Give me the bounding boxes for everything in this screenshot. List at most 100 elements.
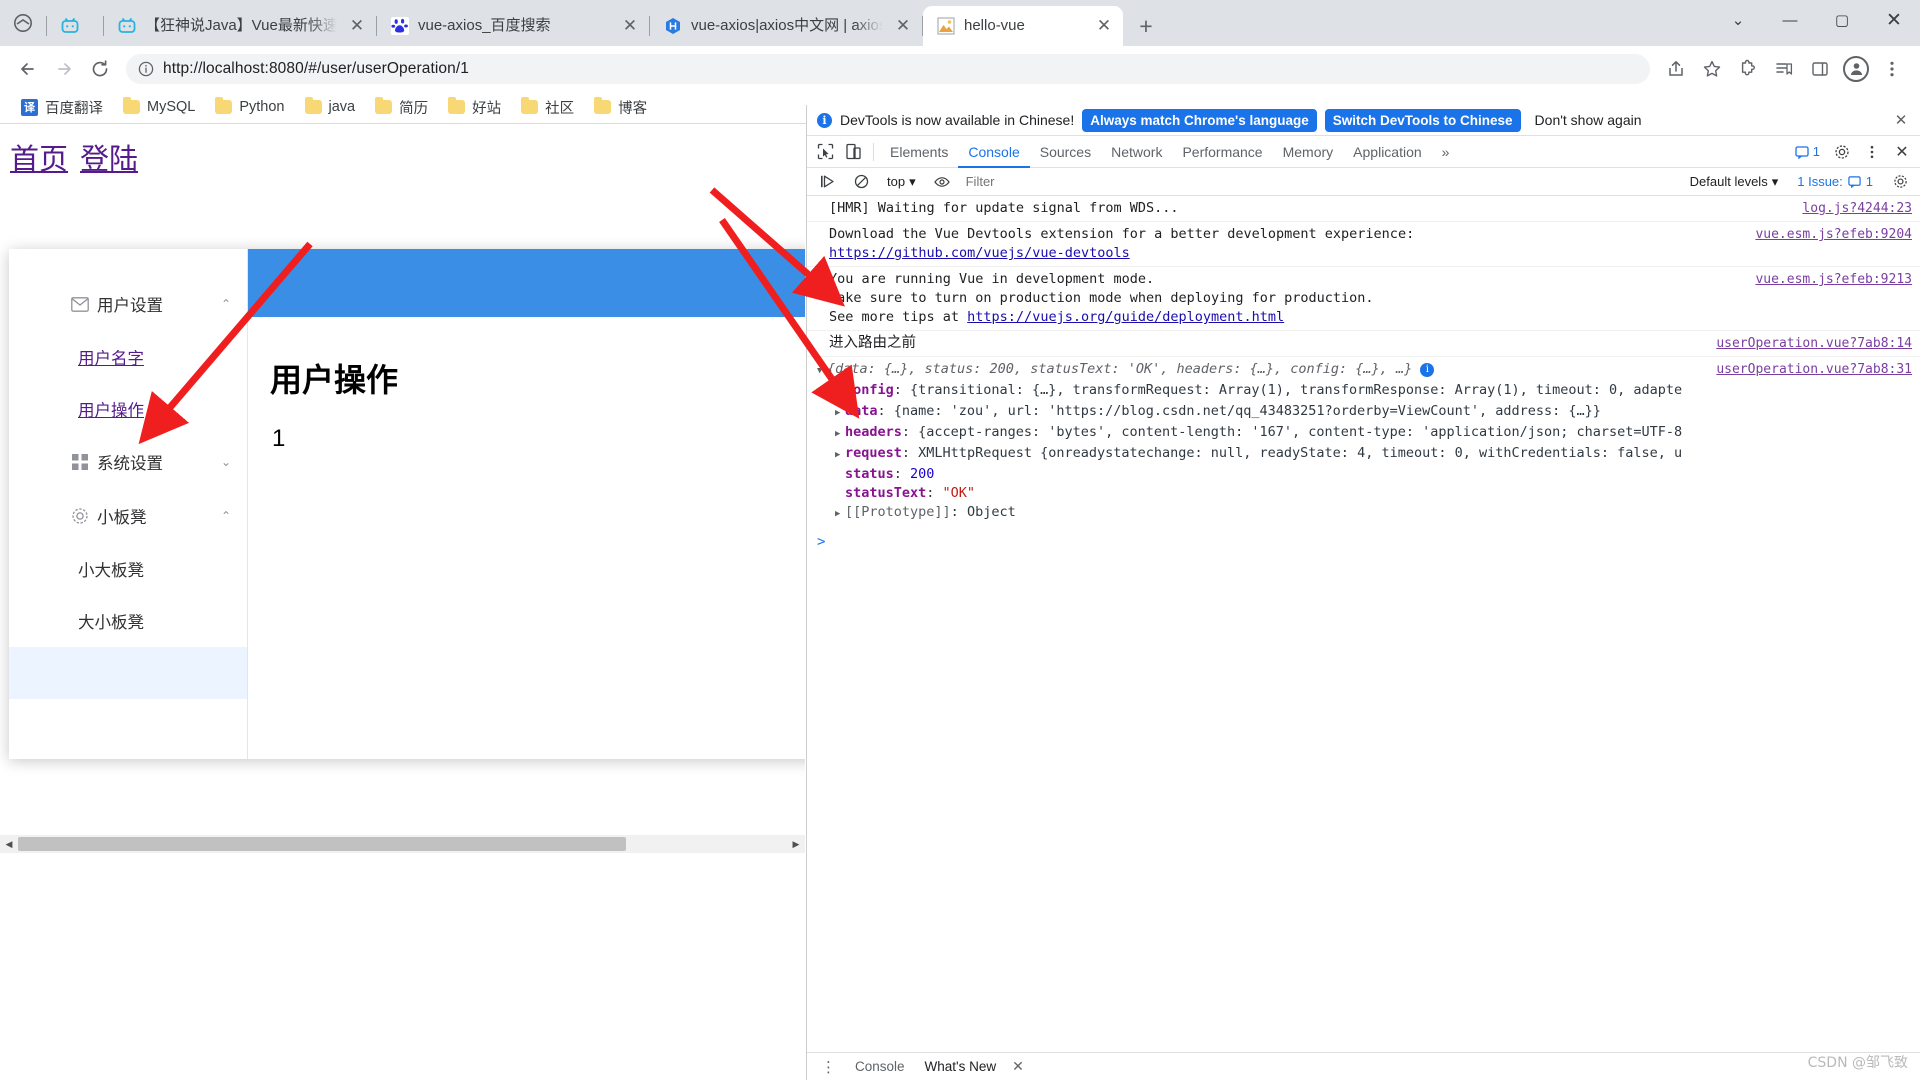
issues-badge[interactable]: 1: [1789, 142, 1826, 161]
puzzle-icon[interactable]: [1730, 51, 1766, 87]
console-object-prop-3[interactable]: ▶request: XMLHttpRequest {onreadystatech…: [817, 444, 1914, 465]
console-log-levels-selector[interactable]: Default levels ▾: [1684, 172, 1785, 192]
expand-triangle-icon[interactable]: ▶: [835, 383, 845, 402]
side-panel-icon[interactable]: [1802, 51, 1838, 87]
profile-avatar-icon[interactable]: [1838, 51, 1874, 87]
devtools-tab-performance[interactable]: Performance: [1172, 136, 1272, 168]
menu-group-small-bench[interactable]: 小板凳 ⌃: [9, 489, 247, 543]
scroll-left-arrow-icon[interactable]: ◀: [0, 835, 18, 853]
console-input-prompt[interactable]: >: [807, 527, 1920, 555]
new-tab-button[interactable]: +: [1129, 9, 1163, 43]
switch-to-chinese-button[interactable]: Switch DevTools to Chinese: [1325, 109, 1521, 132]
maximize-button[interactable]: ▢: [1816, 0, 1868, 40]
console-source-link[interactable]: userOperation.vue?7ab8:14: [1716, 334, 1912, 353]
scroll-right-arrow-icon[interactable]: ▶: [787, 835, 805, 853]
console-object-prop-1[interactable]: ▶data: {name: 'zou', url: 'https://blog.…: [817, 402, 1914, 423]
devtools-tab-application[interactable]: Application: [1343, 136, 1432, 168]
browser-tab-1[interactable]: 【狂神说Java】Vue最新快速上手 ✕: [104, 6, 376, 46]
tab-close-icon[interactable]: ✕: [619, 15, 641, 37]
execution-context-selector[interactable]: top ▾: [881, 172, 922, 192]
tab-close-icon[interactable]: ✕: [892, 15, 914, 37]
chevron-down-icon[interactable]: ⌄: [221, 455, 231, 469]
bookmark-item-0[interactable]: 译 百度翻译: [12, 94, 112, 121]
console-message-link[interactable]: https://github.com/vuejs/vue-devtools: [829, 245, 1130, 261]
menu-item-highlighted[interactable]: [9, 647, 247, 699]
device-toolbar-icon[interactable]: [839, 138, 867, 166]
bookmark-item-7[interactable]: 博客: [585, 94, 656, 121]
console-message-link-2[interactable]: https://vuejs.org/guide/deployment.html: [967, 309, 1284, 325]
console-source-link[interactable]: log.js?4244:23: [1802, 199, 1912, 218]
site-info-icon[interactable]: [138, 61, 154, 77]
expand-triangle-icon[interactable]: ▶: [835, 404, 845, 423]
expand-triangle-icon[interactable]: ▼: [817, 362, 827, 381]
menu-group-system-settings[interactable]: 系统设置 ⌄: [9, 435, 247, 489]
console-filter-input[interactable]: [962, 172, 1678, 192]
nav-link-login[interactable]: 登陆: [80, 136, 138, 178]
nav-link-home[interactable]: 首页: [10, 136, 68, 178]
menu-item-big-small-bench[interactable]: 大小板凳: [9, 595, 247, 647]
menu-item-label[interactable]: 用户操作: [78, 397, 144, 421]
devtools-tab-elements[interactable]: Elements: [880, 136, 958, 168]
expand-triangle-icon[interactable]: ▶: [835, 505, 845, 524]
menu-item-label[interactable]: 用户名字: [78, 345, 144, 369]
console-output[interactable]: [HMR] Waiting for update signal from WDS…: [807, 196, 1920, 1052]
chevron-up-icon[interactable]: ⌃: [221, 509, 231, 523]
scrollbar-track[interactable]: [18, 835, 787, 853]
share-icon[interactable]: [1658, 51, 1694, 87]
bookmark-item-5[interactable]: 好站: [439, 94, 510, 121]
devtools-tab-sources[interactable]: Sources: [1030, 136, 1101, 168]
console-object-prop-2[interactable]: ▶headers: {accept-ranges: 'bytes', conte…: [817, 423, 1914, 444]
browser-tab-3[interactable]: vue-axios|axios中文网 | axios ✕: [650, 6, 922, 46]
devtools-settings-gear-icon[interactable]: [1828, 138, 1856, 166]
issues-chip[interactable]: 1 Issue: 1: [1790, 172, 1880, 191]
info-icon[interactable]: i: [1420, 363, 1434, 377]
console-source-link[interactable]: userOperation.vue?7ab8:31: [1716, 360, 1912, 379]
browser-tab-0[interactable]: [47, 6, 103, 46]
drawer-tab-console[interactable]: Console: [847, 1056, 913, 1077]
devtools-tabs-overflow-icon[interactable]: »: [1432, 136, 1460, 168]
tab-search-icon[interactable]: ⌄: [1712, 0, 1764, 40]
address-bar[interactable]: http://localhost:8080/#/user/userOperati…: [126, 54, 1650, 84]
expand-triangle-icon[interactable]: ▶: [835, 446, 845, 465]
menu-group-user-settings[interactable]: 用户设置 ⌃: [9, 277, 247, 331]
tab-close-icon[interactable]: ✕: [1093, 15, 1115, 37]
execute-icon[interactable]: [813, 168, 841, 196]
console-settings-gear-icon[interactable]: [1886, 168, 1914, 196]
bookmark-item-4[interactable]: 简历: [366, 94, 437, 121]
devtools-close-icon[interactable]: ✕: [1888, 138, 1916, 166]
bookmark-item-2[interactable]: Python: [206, 96, 293, 118]
console-object-prop-0[interactable]: ▶config: {transitional: {…}, transformRe…: [817, 381, 1914, 402]
scrollbar-thumb[interactable]: [18, 837, 626, 851]
dont-show-again-button[interactable]: Don't show again: [1529, 108, 1648, 132]
bookmark-item-1[interactable]: MySQL: [114, 96, 204, 118]
bookmark-item-6[interactable]: 社区: [512, 94, 583, 121]
live-expression-eye-icon[interactable]: [928, 168, 956, 196]
console-source-link[interactable]: vue.esm.js?efeb:9213: [1755, 270, 1912, 289]
drawer-more-menu-icon[interactable]: ⋮: [815, 1058, 843, 1076]
close-window-button[interactable]: ✕: [1868, 0, 1920, 40]
three-dot-menu-icon[interactable]: [1874, 51, 1910, 87]
chevron-up-icon[interactable]: ⌃: [221, 297, 231, 311]
star-icon[interactable]: [1694, 51, 1730, 87]
drawer-tab-whats-new[interactable]: What's New: [917, 1056, 1005, 1077]
tab-close-icon[interactable]: ✕: [346, 15, 368, 37]
reload-icon[interactable]: [82, 51, 118, 87]
chrome-app-menu-icon[interactable]: [0, 0, 46, 46]
devtools-more-menu-icon[interactable]: [1858, 138, 1886, 166]
page-horizontal-scrollbar[interactable]: ◀ ▶: [0, 835, 805, 853]
menu-item-username[interactable]: 用户名字: [9, 331, 247, 383]
expand-triangle-icon[interactable]: ▶: [835, 425, 845, 444]
console-source-link[interactable]: vue.esm.js?efeb:9204: [1755, 225, 1912, 244]
devtools-tab-console[interactable]: Console: [958, 136, 1029, 168]
banner-close-icon[interactable]: ✕: [1890, 109, 1912, 131]
browser-tab-4-active[interactable]: hello-vue ✕: [923, 6, 1123, 46]
clear-console-icon[interactable]: [847, 168, 875, 196]
menu-item-user-operation[interactable]: 用户操作: [9, 383, 247, 435]
back-icon[interactable]: [10, 51, 46, 87]
menu-item-small-big-bench[interactable]: 小大板凳: [9, 543, 247, 595]
forward-icon[interactable]: [46, 51, 82, 87]
devtools-tab-network[interactable]: Network: [1101, 136, 1172, 168]
console-object-prop-6[interactable]: ▶[[Prototype]]: Object: [817, 503, 1914, 524]
browser-tab-2[interactable]: vue-axios_百度搜索 ✕: [377, 6, 649, 46]
reading-list-icon[interactable]: [1766, 51, 1802, 87]
